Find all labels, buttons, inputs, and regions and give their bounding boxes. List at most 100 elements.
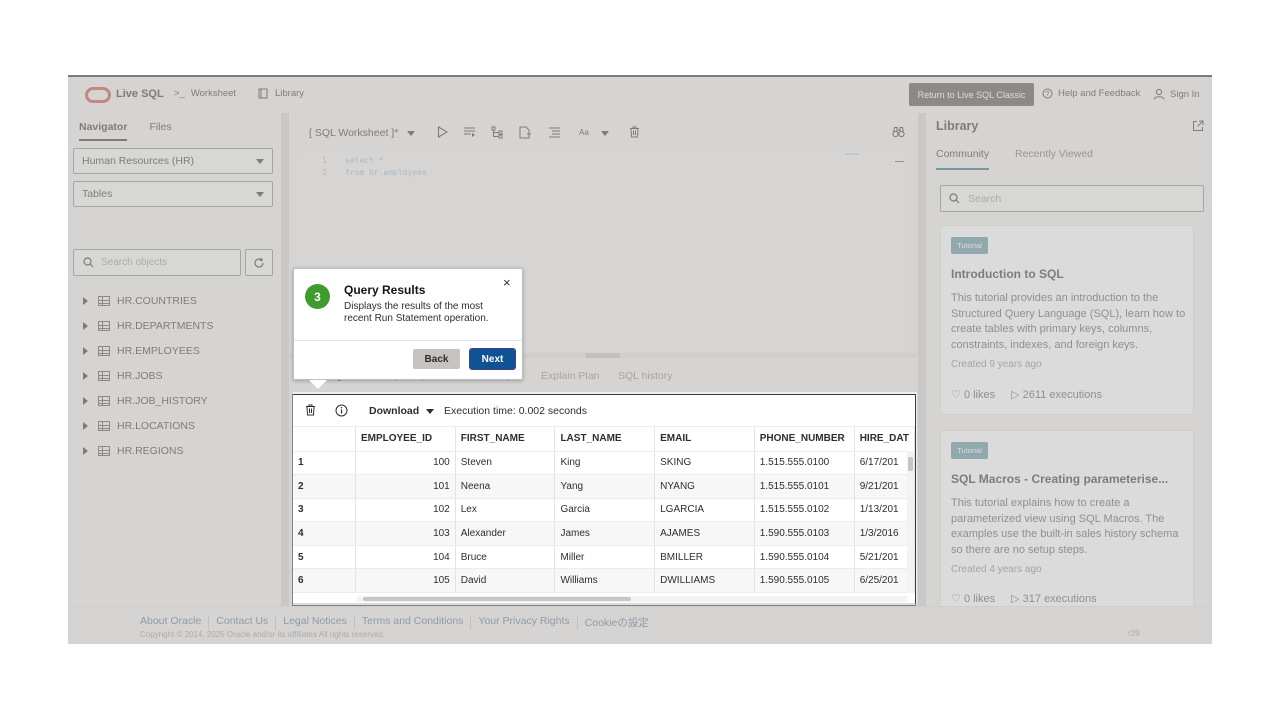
table-cell[interactable]: David [455,568,556,594]
table-cell[interactable]: 103 [355,521,456,546]
editor-minimap[interactable] [895,161,904,162]
nav-worksheet[interactable]: >_ Worksheet [174,88,236,99]
tour-back-button[interactable]: Back [413,349,460,369]
sign-in-link[interactable]: Sign In [1153,88,1200,100]
results-vertical-scrollbar[interactable] [907,451,914,593]
table-cell[interactable]: NYANG [654,474,755,499]
table-cell[interactable]: 104 [355,545,456,570]
help-feedback-link[interactable]: ? Help and Feedback [1042,88,1140,99]
tab-navigator[interactable]: Navigator [79,121,128,141]
column-header[interactable]: EMAIL [654,427,755,452]
tree-item-hr-countries[interactable]: HR.COUNTRIES [83,288,213,313]
table-row[interactable]: 4 103 Alexander James AJAMES 1.590.555.0103 1/… [293,521,916,546]
binoculars-icon[interactable] [891,125,905,139]
row-number[interactable]: 2 [293,474,356,499]
scroll-thumb[interactable] [908,457,913,471]
tree-item-hr-employees[interactable]: HR.EMPLOYEES [83,338,213,363]
library-card[interactable]: Tutorial SQL Macros - Creating parameter… [940,430,1194,606]
tab-sql-history[interactable]: SQL history [618,370,672,382]
library-splitter[interactable] [918,113,926,606]
table-cell[interactable]: 1/3/2016 [854,521,916,546]
tree-item-hr-locations[interactable]: HR.LOCATIONS [83,413,213,438]
column-header[interactable]: HIRE_DAT [854,427,916,452]
table-cell[interactable]: 1.590.555.0103 [754,521,855,546]
tab-files[interactable]: Files [149,121,171,141]
table-cell[interactable]: 100 [355,451,456,476]
table-cell[interactable]: Yang [554,474,656,499]
table-row[interactable]: 3 102 Lex Garcia LGARCIA 1.515.555.0102 1/13/2… [293,498,916,523]
search-objects-input[interactable]: Search objects [73,249,241,276]
row-number[interactable]: 4 [293,521,356,546]
code-line[interactable]: from hr.employees [345,168,427,177]
table-row[interactable]: 5 104 Bruce Miller BMILLER 1.590.555.0104 5/21… [293,545,916,570]
table-cell[interactable]: 105 [355,568,456,594]
table-cell[interactable]: 1/13/201 [854,498,916,523]
card-title[interactable]: Introduction to SQL [951,267,1187,281]
table-cell[interactable]: 5/21/201 [854,545,916,570]
footer-link-privacy[interactable]: Your Privacy Rights [471,615,578,630]
table-cell[interactable]: James [554,521,656,546]
tab-community[interactable]: Community [936,148,990,170]
row-number[interactable]: 3 [293,498,356,523]
table-cell[interactable]: BMILLER [654,545,755,570]
table-cell[interactable]: Williams [554,568,656,594]
expand-icon[interactable] [83,296,88,305]
tour-next-button[interactable]: Next [469,348,516,370]
external-link-icon[interactable] [1192,120,1204,132]
row-number[interactable]: 1 [293,451,356,476]
footer-link-terms[interactable]: Terms and Conditions [355,615,472,630]
tab-recently-viewed[interactable]: Recently Viewed [1015,148,1093,160]
close-icon[interactable]: × [503,275,511,290]
expand-icon[interactable] [83,396,88,405]
nav-library[interactable]: Library [258,88,304,99]
footer-link-about[interactable]: About Oracle [140,615,210,630]
table-cell[interactable]: LGARCIA [654,498,755,523]
table-cell[interactable]: Neena [455,474,556,499]
chevron-down-icon[interactable] [601,131,609,136]
tree-item-hr-job-history[interactable]: HR.JOB_HISTORY [83,388,213,413]
likes-stat[interactable]: ♡ 0 likes [951,388,995,401]
return-classic-button[interactable]: Return to Live SQL Classic [909,83,1034,106]
table-cell[interactable]: 1.515.555.0101 [754,474,855,499]
font-size-button[interactable]: Aa [579,125,589,139]
table-cell[interactable]: AJAMES [654,521,755,546]
table-cell[interactable]: 102 [355,498,456,523]
table-cell[interactable]: King [554,451,656,476]
table-cell[interactable]: 101 [355,474,456,499]
splitter-handle[interactable] [586,353,620,358]
table-cell[interactable]: 6/17/201 [854,451,916,476]
expand-icon[interactable] [83,446,88,455]
trash-icon[interactable] [627,125,641,139]
table-cell[interactable]: 6/25/201 [854,568,916,594]
column-header[interactable]: PHONE_NUMBER [754,427,855,452]
table-row[interactable]: 6 105 David Williams DWILLIAMS 1.590.555.0105… [293,568,916,594]
table-row[interactable]: 2 101 Neena Yang NYANG 1.515.555.0101 9/21/201 [293,474,916,499]
object-type-select[interactable]: Tables [73,181,273,207]
column-header[interactable] [293,427,356,452]
expand-icon[interactable] [83,346,88,355]
footer-link-cookies[interactable]: Cookieの設定 [578,615,656,630]
row-number[interactable]: 5 [293,545,356,570]
library-search-input[interactable]: Search [940,185,1204,212]
tree-item-hr-regions[interactable]: HR.REGIONS [83,438,213,463]
brand-name[interactable]: Live SQL [116,88,164,100]
footer-link-legal[interactable]: Legal Notices [276,615,355,630]
worksheet-title[interactable]: [ SQL Worksheet ]* [309,127,398,139]
new-file-icon[interactable] [518,125,532,139]
chevron-down-icon[interactable] [407,131,415,136]
table-cell[interactable]: SKING [654,451,755,476]
row-number[interactable]: 6 [293,568,356,594]
card-title[interactable]: SQL Macros - Creating parameterise... [951,472,1187,486]
tab-explain-plan[interactable]: Explain Plan [541,370,599,382]
download-button[interactable]: Download [369,405,419,417]
table-cell[interactable]: Lex [455,498,556,523]
code-line[interactable]: select * [345,156,384,165]
table-cell[interactable]: Bruce [455,545,556,570]
footer-link-contact[interactable]: Contact Us [209,615,277,630]
expand-icon[interactable] [83,371,88,380]
table-cell[interactable]: 1.590.555.0104 [754,545,855,570]
library-card[interactable]: Tutorial Introduction to SQL This tutori… [940,225,1194,415]
likes-stat[interactable]: ♡ 0 likes [951,592,995,605]
navigator-splitter[interactable] [281,113,289,606]
results-horizontal-scrollbar[interactable] [357,596,907,602]
